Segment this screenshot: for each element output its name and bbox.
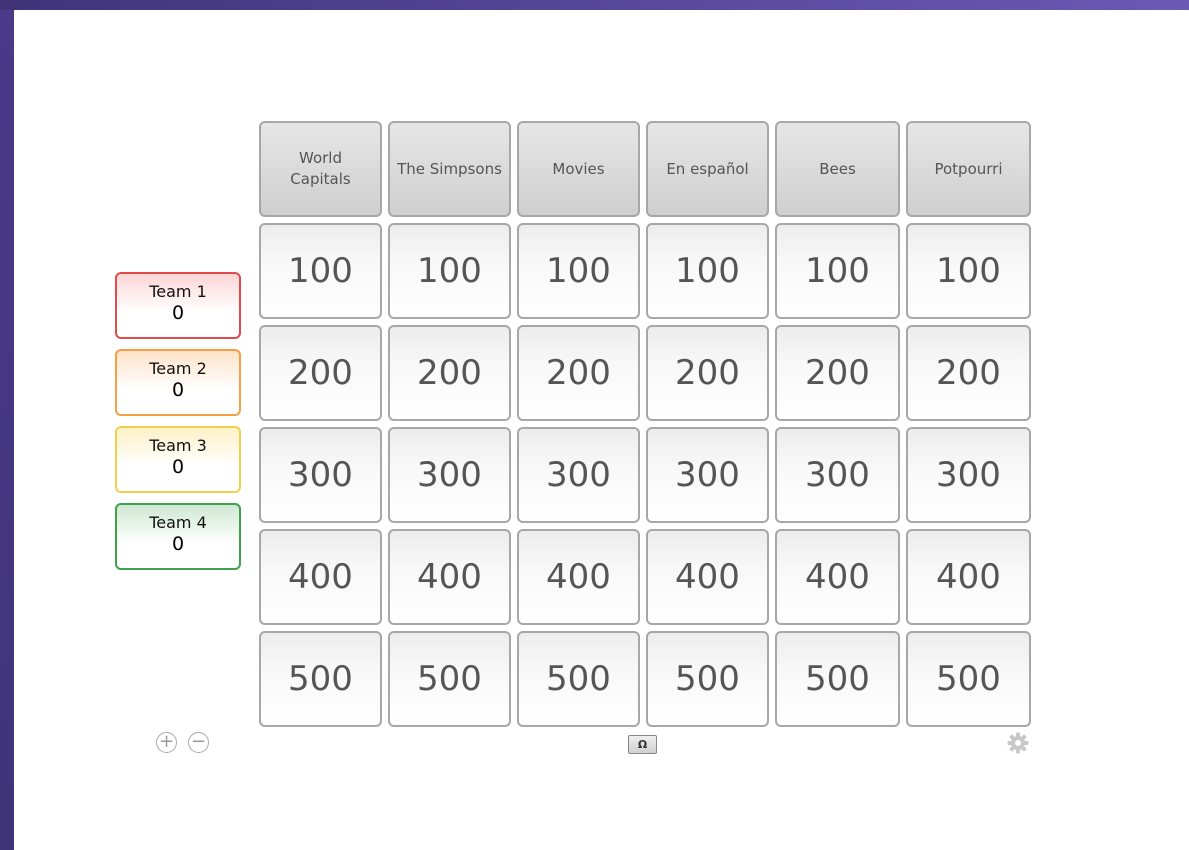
gear-icon[interactable] [1006,731,1030,755]
question-tile[interactable]: 200 [646,325,769,421]
team-score[interactable]: 0 [117,456,239,478]
question-tile[interactable]: 200 [906,325,1031,421]
team-name[interactable]: Team 3 [117,437,239,455]
category-header-3[interactable]: Movies [517,121,640,217]
question-tile[interactable]: 400 [775,529,900,625]
question-tile[interactable]: 400 [906,529,1031,625]
team-score[interactable]: 0 [117,379,239,401]
special-characters-button[interactable]: Ω [628,735,657,754]
game-board: World Capitals The Simpsons Movies En es… [259,121,1031,727]
question-tile[interactable]: 300 [775,427,900,523]
category-header-4[interactable]: En español [646,121,769,217]
question-tile[interactable]: 500 [775,631,900,727]
team-card-2[interactable]: Team 2 0 [115,349,241,416]
question-tile[interactable]: 400 [259,529,382,625]
team-name[interactable]: Team 2 [117,360,239,378]
question-tile[interactable]: 200 [517,325,640,421]
category-header-6[interactable]: Potpourri [906,121,1031,217]
question-tile[interactable]: 300 [259,427,382,523]
question-tile[interactable]: 100 [646,223,769,319]
question-tile[interactable]: 100 [906,223,1031,319]
question-tile[interactable]: 100 [517,223,640,319]
question-tile[interactable]: 100 [259,223,382,319]
question-tile[interactable]: 300 [517,427,640,523]
question-tile[interactable]: 400 [388,529,511,625]
team-score[interactable]: 0 [117,533,239,555]
question-tile[interactable]: 200 [259,325,382,421]
team-name[interactable]: Team 1 [117,283,239,301]
window-frame-left [0,0,14,850]
question-tile[interactable]: 500 [646,631,769,727]
question-tile[interactable]: 300 [388,427,511,523]
question-tile[interactable]: 500 [517,631,640,727]
team-card-4[interactable]: Team 4 0 [115,503,241,570]
plus-circle-icon[interactable]: + [156,732,177,753]
team-name[interactable]: Team 4 [117,514,239,532]
question-tile[interactable]: 200 [388,325,511,421]
question-tile[interactable]: 200 [775,325,900,421]
question-tile[interactable]: 400 [646,529,769,625]
category-header-5[interactable]: Bees [775,121,900,217]
question-tile[interactable]: 300 [646,427,769,523]
category-header-2[interactable]: The Simpsons [388,121,511,217]
question-tile[interactable]: 300 [906,427,1031,523]
category-header-1[interactable]: World Capitals [259,121,382,217]
minus-circle-icon[interactable]: − [188,732,209,753]
team-card-3[interactable]: Team 3 0 [115,426,241,493]
question-tile[interactable]: 100 [775,223,900,319]
question-tile[interactable]: 500 [906,631,1031,727]
question-tile[interactable]: 500 [259,631,382,727]
question-tile[interactable]: 500 [388,631,511,727]
team-score[interactable]: 0 [117,302,239,324]
team-card-1[interactable]: Team 1 0 [115,272,241,339]
question-tile[interactable]: 100 [388,223,511,319]
window-frame-top [0,0,1189,10]
question-tile[interactable]: 400 [517,529,640,625]
